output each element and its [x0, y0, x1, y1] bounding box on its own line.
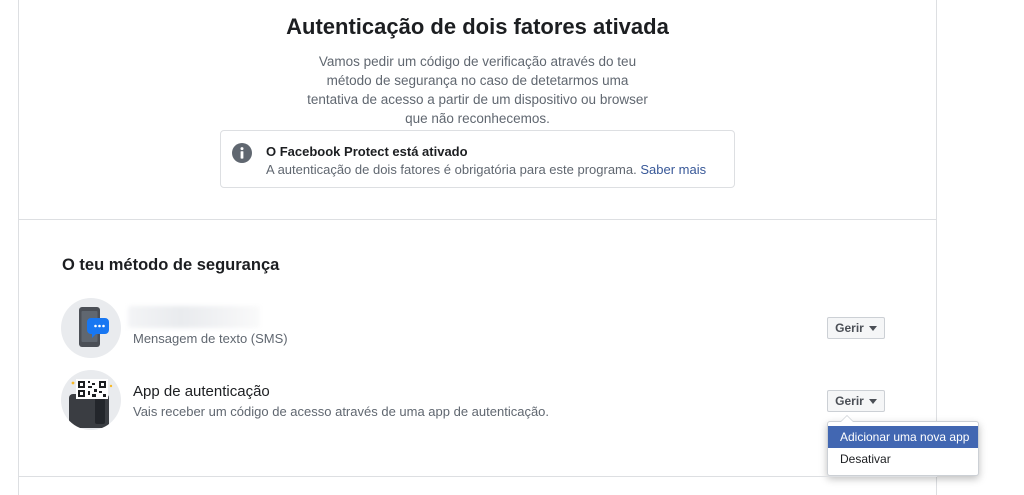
authenticator-method-name: App de autenticação [133, 383, 270, 400]
protect-description: A autenticação de dois fatores é obrigat… [266, 162, 641, 177]
authenticator-method-avatar [61, 370, 121, 430]
sms-method-avatar [61, 298, 121, 358]
manage-authenticator-button[interactable]: Gerir [827, 390, 885, 412]
manage-authenticator-label: Gerir [835, 394, 864, 408]
page-description: Vamos pedir um código de verificação atr… [307, 54, 648, 126]
authenticator-method-subtitle: Vais receber um código de acesso através… [133, 404, 550, 419]
add-new-app-menu-item[interactable]: Adicionar uma nova app [828, 426, 978, 448]
sms-method-subtitle: Mensagem de texto (SMS) [133, 331, 288, 346]
page-title: Autenticação de dois fatores ativada [286, 14, 669, 39]
manage-sms-button[interactable]: Gerir [827, 317, 885, 339]
section-divider [18, 219, 937, 220]
manage-dropdown-menu: Adicionar uma nova app Desativar [827, 415, 979, 476]
chevron-down-icon [868, 398, 877, 404]
redacted-phone-number [128, 306, 260, 328]
manage-sms-label: Gerir [835, 321, 864, 335]
protect-text: A autenticação de dois fatores é obrigat… [266, 162, 706, 177]
qr-authenticator-icon [69, 379, 113, 428]
disable-menu-item[interactable]: Desativar [828, 448, 978, 470]
protect-title: O Facebook Protect está ativado [266, 144, 468, 159]
phone-sms-icon [79, 307, 109, 347]
learn-more-link[interactable]: Saber mais [640, 162, 706, 177]
section-divider [18, 476, 937, 477]
section-title: O teu método de segurança [62, 256, 280, 274]
info-icon [232, 143, 252, 163]
facebook-protect-notice: O Facebook Protect está ativado A autent… [220, 130, 735, 188]
chevron-down-icon [868, 325, 877, 331]
